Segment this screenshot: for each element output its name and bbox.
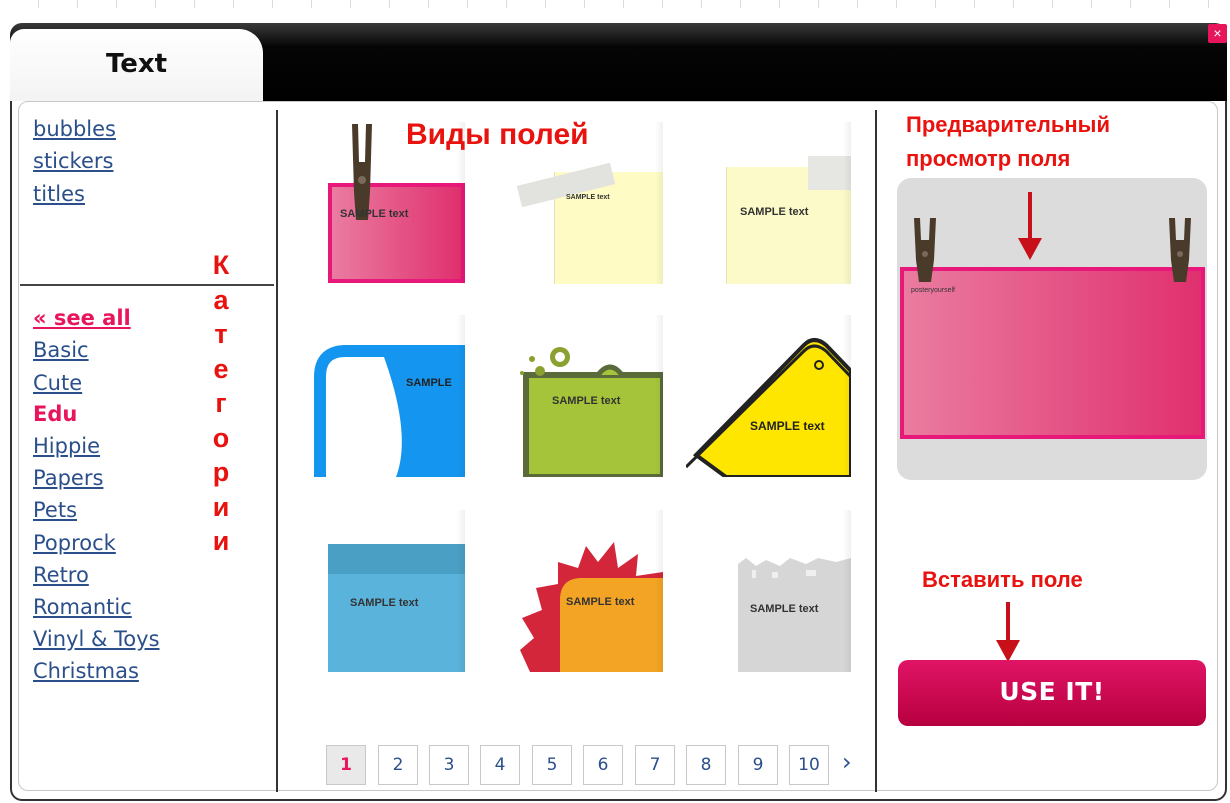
- see-all-link[interactable]: « see all: [33, 306, 131, 330]
- thumbnail-yellow-sign[interactable]: SAMPLE text: [686, 315, 851, 477]
- preview-annotation-line1: Предварительный: [906, 112, 1110, 137]
- annotation-letter: г: [215, 388, 227, 418]
- thumb-shadow: [655, 510, 663, 672]
- annotation-letter: К: [212, 250, 230, 280]
- thumb-card-header: [328, 544, 465, 574]
- arrow-down-icon: [1018, 192, 1042, 260]
- preview-annotation-line2: просмотр поля: [906, 146, 1071, 171]
- insert-field-annotation: Вставить поле: [922, 567, 1083, 592]
- thumbnail-blue-frame[interactable]: SAMPLE: [300, 315, 465, 477]
- thumb-shadow: [655, 122, 663, 284]
- thumbnail-green-card[interactable]: SAMPLE text: [498, 315, 663, 477]
- right-divider: [875, 110, 877, 792]
- grey-card-shape: [738, 558, 851, 672]
- page-button[interactable]: 2: [378, 745, 418, 785]
- category-link-papers[interactable]: Papers: [33, 466, 103, 490]
- category-link-stickers[interactable]: stickers: [33, 149, 113, 173]
- thumb-sample-text: SAMPLE text: [566, 194, 610, 201]
- thumb-shadow: [843, 122, 851, 284]
- category-link-christmas[interactable]: Christmas: [33, 659, 139, 683]
- field-types-annotation: Виды полей: [406, 118, 589, 151]
- category-link-basic[interactable]: Basic: [33, 338, 89, 362]
- thumb-sample-text: SAMPLE text: [740, 206, 809, 218]
- close-button[interactable]: ×: [1208, 24, 1227, 43]
- thumb-sample-text: SAMPLE text: [750, 419, 825, 433]
- clothespin-icon: [352, 124, 372, 220]
- page-button[interactable]: 1: [326, 745, 366, 785]
- page-button[interactable]: 3: [429, 745, 469, 785]
- page-button[interactable]: 9: [738, 745, 778, 785]
- thumb-shadow: [457, 315, 465, 477]
- category-link-poprock[interactable]: Poprock: [33, 531, 116, 555]
- page-button[interactable]: 5: [532, 745, 572, 785]
- annotation-letter: о: [212, 422, 230, 453]
- page-button[interactable]: 10: [789, 745, 829, 785]
- top-ruler: [0, 0, 1230, 14]
- category-link-edu[interactable]: Edu: [33, 402, 77, 426]
- thumb-shadow: [843, 510, 851, 672]
- annotation-letter: е: [213, 353, 229, 384]
- annotation-letter: р: [212, 457, 230, 487]
- page-button[interactable]: 4: [480, 745, 520, 785]
- category-link-pets[interactable]: Pets: [33, 498, 77, 522]
- category-link-bubbles[interactable]: bubbles: [33, 117, 116, 141]
- thumbnail-blue-card[interactable]: SAMPLE text: [300, 510, 465, 672]
- arrow-down-icon: [996, 602, 1020, 662]
- thumb-sample-text: SAMPLE text: [340, 208, 409, 220]
- thumb-sample-text: SAMPLE text: [350, 597, 419, 609]
- tab-text[interactable]: Text: [10, 29, 263, 103]
- next-page-icon[interactable]: ›: [842, 748, 852, 776]
- clothespin-right-icon: [1169, 218, 1191, 282]
- category-link-romantic[interactable]: Romantic: [33, 595, 132, 619]
- category-link-retro[interactable]: Retro: [33, 563, 89, 587]
- annotation-letter: и: [212, 491, 230, 522]
- tab-text-label: Text: [105, 49, 168, 79]
- annotation-letter: а: [213, 284, 229, 315]
- annotation-letter: т: [214, 319, 228, 349]
- preview-caption: posteryourself: [911, 287, 955, 294]
- yellow-sign-shape: [686, 338, 851, 477]
- thumbnail-grey-ruin[interactable]: SAMPLE text: [686, 510, 851, 672]
- use-it-button[interactable]: USE IT!: [898, 660, 1206, 726]
- category-link-titles[interactable]: titles: [33, 182, 85, 206]
- thumb-shadow: [843, 315, 851, 477]
- left-divider: [276, 110, 278, 792]
- thumb-shadow: [655, 315, 663, 477]
- page-button[interactable]: 8: [686, 745, 726, 785]
- thumb-sample-text: SAMPLE: [406, 377, 452, 389]
- dialog-header: Text: [10, 23, 1227, 103]
- annotation-letter: и: [212, 526, 230, 556]
- thumb-sample-text: SAMPLE text: [566, 596, 635, 608]
- blue-frame-shape: [314, 345, 465, 477]
- thumb-shadow: [457, 510, 465, 672]
- category-link-hippie[interactable]: Hippie: [33, 434, 100, 458]
- thumb-sample-text: SAMPLE text: [552, 395, 621, 407]
- page-button[interactable]: 6: [583, 745, 623, 785]
- use-it-label: USE IT!: [999, 677, 1105, 706]
- category-link-vinyl-toys[interactable]: Vinyl & Toys: [33, 627, 160, 651]
- thumb-sample-text: SAMPLE text: [750, 603, 819, 615]
- orange-burst-shape: [520, 542, 663, 672]
- clothespin-left-icon: [914, 218, 936, 282]
- thumbnail-yellow-note[interactable]: SAMPLE text: [686, 122, 851, 284]
- category-link-cute[interactable]: Cute: [33, 371, 82, 395]
- page-button[interactable]: 7: [635, 745, 675, 785]
- thumbnail-orange-burst[interactable]: SAMPLE text: [498, 510, 663, 672]
- categories-annotation: К а т е г о р и и: [206, 248, 236, 559]
